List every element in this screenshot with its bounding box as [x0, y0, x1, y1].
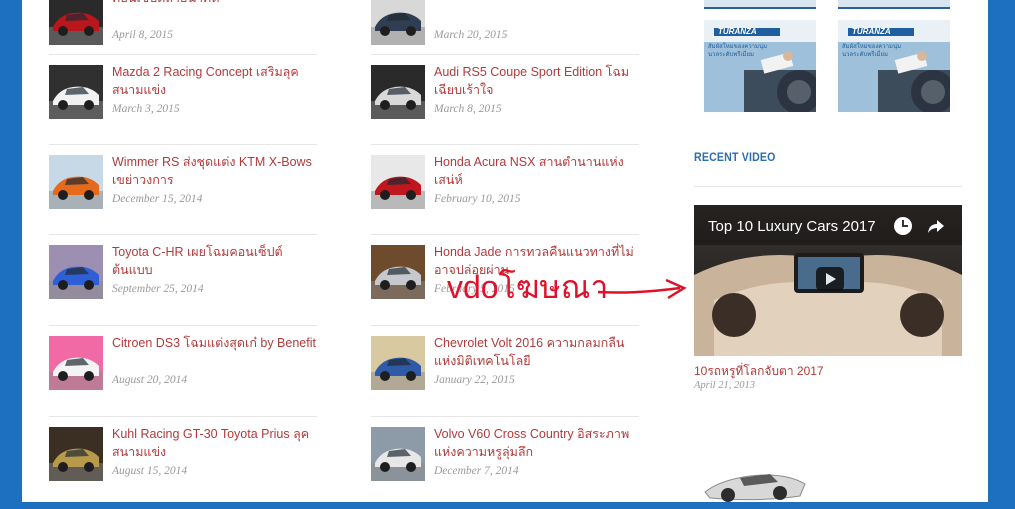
post-divider: [49, 54, 317, 55]
post-divider: [49, 234, 317, 235]
post-title-link[interactable]: คอนเซ็ปต์ล้ำอนาคต: [112, 0, 318, 7]
post-date: August 15, 2014: [112, 465, 188, 477]
ad-tagline-text: สัมผัสใหม่ของความนุ่มนวลระดับพรีเมี่ยม: [708, 44, 768, 58]
tire-ad-banner[interactable]: TURANZA สัมผัสใหม่ของความนุ่มนวลระดับพรี…: [838, 20, 950, 112]
post-item: Audi RS5 Coupe Sport Edition โฉมเฉียบเร้…: [371, 54, 640, 147]
post-divider: [371, 325, 639, 326]
play-button[interactable]: [816, 267, 844, 291]
video-caption-link[interactable]: 10รถหรูที่โลกจับตา 2017: [694, 362, 824, 381]
ad-brand-text: TURANZA: [718, 27, 757, 36]
post-title-link[interactable]: Toyota C-HR เผยโฉมคอนเซ็ปต์ต้นแบบ: [112, 243, 318, 279]
post-date: March 8, 2015: [434, 103, 502, 115]
post-divider: [371, 416, 639, 417]
post-title-link[interactable]: Mazda 2 Racing Concept เสริมลุคสนามแข่ง: [112, 63, 318, 99]
clock-icon[interactable]: [894, 217, 912, 235]
post-divider: [49, 144, 317, 145]
post-thumbnail[interactable]: [49, 65, 103, 119]
post-item: Kuhl Racing GT-30 Toyota Prius ลุคสนามแข…: [49, 416, 318, 509]
post-title-link[interactable]: Chevrolet Volt 2016 ความกลมกลืนแห่งมิติเ…: [434, 334, 640, 370]
post-date: January 22, 2015: [434, 374, 515, 386]
share-icon[interactable]: [927, 217, 945, 235]
post-item: Chevrolet Volt 2016 ความกลมกลืนแห่งมิติเ…: [371, 325, 640, 418]
post-title-link[interactable]: Kuhl Racing GT-30 Toyota Prius ลุคสนามแข…: [112, 425, 318, 461]
video-date: April 21, 2013: [694, 380, 755, 391]
post-divider: [49, 325, 317, 326]
post-thumbnail[interactable]: [371, 245, 425, 299]
post-item: Citroen DS3 โฉมแต่งสุดเก๋ by Benefit Augu…: [49, 325, 318, 418]
post-thumbnail[interactable]: [371, 65, 425, 119]
ad-banner-top-right[interactable]: [838, 0, 950, 9]
post-date: February 10, 2015: [434, 193, 521, 205]
post-thumbnail[interactable]: [49, 427, 103, 481]
post-item: Volvo V60 Cross Country อิสระภาพแห่งความ…: [371, 416, 640, 509]
post-date: December 15, 2014: [112, 193, 203, 205]
post-thumbnail[interactable]: [371, 427, 425, 481]
post-title-link[interactable]: Wimmer RS ส่งชุดแต่ง KTM X-Bows เขย่าวงก…: [112, 153, 318, 189]
annotation-text: vdoโฆษณา: [447, 269, 609, 305]
post-title-link[interactable]: Volvo V60 Cross Country อิสระภาพแห่งความ…: [434, 425, 640, 461]
ad-tagline-text: สัมผัสใหม่ของความนุ่มนวลระดับพรีเมี่ยม: [842, 44, 902, 58]
ad-banner-border: [704, 7, 816, 9]
annotation-arrow: [596, 278, 688, 302]
post-divider: [371, 144, 639, 145]
video-player[interactable]: Top 10 Luxury Cars 2017: [694, 205, 962, 356]
supercar-image[interactable]: [700, 462, 810, 502]
post-item: Wimmer RS ส่งชุดแต่ง KTM X-Bows เขย่าวงก…: [49, 144, 318, 237]
post-date: April 8, 2015: [112, 29, 174, 41]
post-thumbnail[interactable]: [49, 336, 103, 390]
recent-video-heading: RECENT VIDEO: [694, 152, 776, 164]
video-title: Top 10 Luxury Cars 2017: [708, 218, 876, 235]
ad-brand-text: TURANZA: [852, 27, 891, 36]
ad-banner-top-left[interactable]: [704, 0, 816, 9]
post-item: Toyota C-HR เผยโฉมคอนเซ็ปต์ต้นแบบ Septemb…: [49, 234, 318, 327]
post-date: March 3, 2015: [112, 103, 180, 115]
post-thumbnail[interactable]: [49, 155, 103, 209]
post-title-link[interactable]: Audi RS5 Coupe Sport Edition โฉมเฉียบเร้…: [434, 63, 640, 99]
post-date: December 7, 2014: [434, 465, 519, 477]
post-item: Mazda 2 Racing Concept เสริมลุคสนามแข่ง M…: [49, 54, 318, 147]
post-thumbnail[interactable]: [371, 336, 425, 390]
post-thumbnail[interactable]: [371, 155, 425, 209]
post-divider: [49, 416, 317, 417]
post-date: September 25, 2014: [112, 283, 204, 295]
ad-banner-border: [838, 7, 950, 9]
post-thumbnail[interactable]: [371, 0, 425, 45]
post-divider: [371, 234, 639, 235]
sidebar-divider: [694, 186, 962, 187]
post-divider: [371, 54, 639, 55]
post-thumbnail[interactable]: [49, 0, 103, 45]
post-title-link[interactable]: Honda Acura NSX สานตำนานแห่งเสน่ห์: [434, 153, 640, 189]
post-thumbnail[interactable]: [49, 245, 103, 299]
post-date: March 20, 2015: [434, 29, 508, 41]
post-date: August 20, 2014: [112, 374, 188, 386]
tire-ad-banner[interactable]: TURANZA สัมผัสใหม่ของความนุ่มนวลระดับพรี…: [704, 20, 816, 112]
post-item: Honda Acura NSX สานตำนานแห่งเสน่ห์ Februa…: [371, 144, 640, 237]
post-title-link[interactable]: Citroen DS3 โฉมแต่งสุดเก๋ by Benefit: [112, 334, 318, 352]
